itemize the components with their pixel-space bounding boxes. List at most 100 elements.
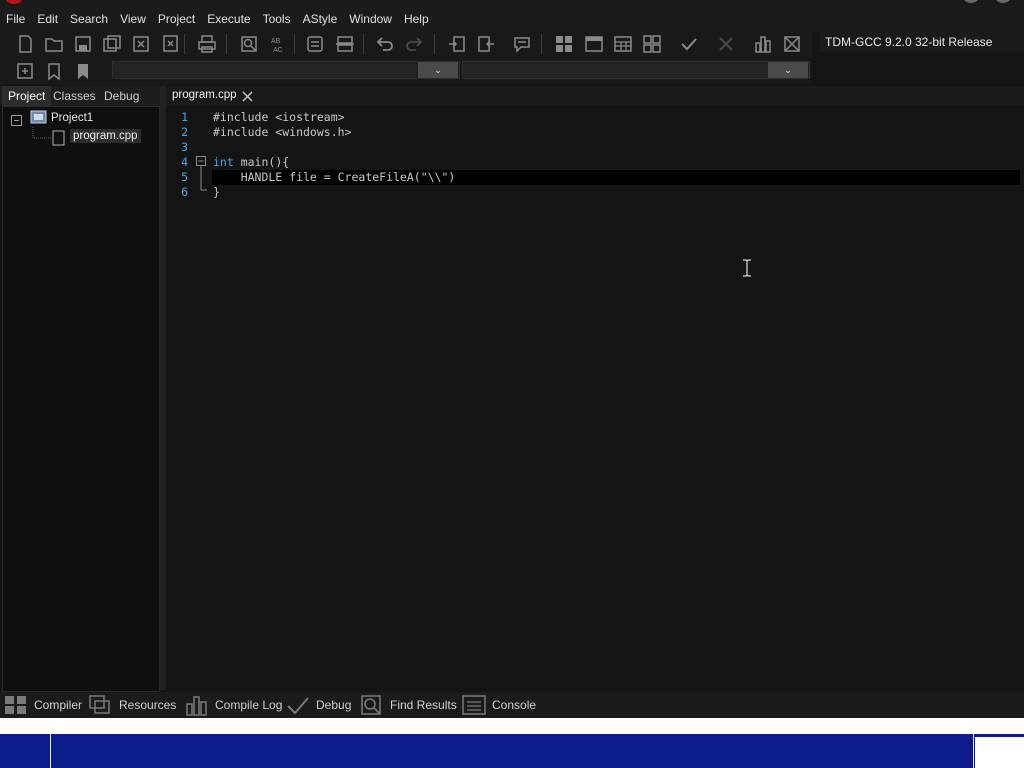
- debug-check-icon: [287, 697, 309, 715]
- unindent-icon[interactable]: [474, 32, 498, 56]
- resources-icon: [89, 695, 110, 714]
- compiler-select-value[interactable]: TDM-GCC 9.2.0 32-bit Release: [825, 35, 992, 49]
- project-tree: Project1 program.cpp: [2, 106, 160, 692]
- menu-astyle[interactable]: AStyle: [297, 6, 344, 32]
- status-area: [0, 718, 1024, 734]
- taskbar-divider: [973, 734, 974, 768]
- line-number: 6: [181, 185, 188, 199]
- tab-console-label: Console: [492, 698, 537, 712]
- text-cursor-icon: [743, 259, 751, 277]
- collapse-icon[interactable]: [11, 115, 23, 127]
- menu-edit[interactable]: Edit: [31, 6, 64, 32]
- goto-bookmark-icon[interactable]: [71, 59, 95, 83]
- compile-icon[interactable]: [552, 32, 576, 56]
- compile-log-icon: [186, 696, 207, 716]
- open-folder-icon[interactable]: [42, 32, 66, 56]
- class-combo-dropdown-icon[interactable]: ⌄: [418, 62, 458, 78]
- code-line[interactable]: #include <windows.h>: [213, 125, 351, 139]
- main-toolbar: AB AC: [0, 32, 812, 57]
- tab-find-results[interactable]: Find Results: [360, 692, 457, 718]
- file-icon: [52, 130, 65, 146]
- close-all-icon[interactable]: [158, 32, 182, 56]
- find-results-icon: [361, 695, 381, 715]
- editor-tab-label[interactable]: program.cpp: [172, 89, 237, 101]
- stop-execution-icon[interactable]: [714, 32, 738, 56]
- code-line[interactable]: int main(){: [213, 155, 289, 169]
- tab-compile-log[interactable]: Compile Log: [185, 692, 282, 718]
- menu-window[interactable]: Window: [343, 6, 398, 32]
- delete-profile-icon[interactable]: [780, 32, 804, 56]
- menu-view[interactable]: View: [114, 6, 152, 32]
- method-combo[interactable]: [462, 61, 810, 79]
- run-icon[interactable]: [582, 32, 606, 56]
- taskbar: [0, 734, 1024, 768]
- tab-find-results-label: Find Results: [390, 698, 457, 712]
- rebuild-all-icon[interactable]: [640, 32, 664, 56]
- save-all-icon[interactable]: [100, 32, 124, 56]
- svg-text:AB: AB: [271, 38, 281, 45]
- code-line[interactable]: }: [213, 185, 220, 199]
- line-number: 2: [181, 125, 188, 139]
- fold-marker-icon[interactable]: [196, 156, 208, 196]
- line-number: 4: [181, 155, 188, 169]
- redo-icon[interactable]: [402, 32, 426, 56]
- compiler-icon: [5, 696, 26, 714]
- secondary-toolbar: ⌄ ⌄: [0, 57, 812, 85]
- menu-project[interactable]: Project: [152, 6, 201, 32]
- toggle-comment-icon[interactable]: [510, 32, 534, 56]
- editor-tab-bar: [166, 86, 1024, 106]
- tree-file-node[interactable]: program.cpp: [70, 129, 141, 143]
- close-tab-icon[interactable]: [242, 91, 253, 102]
- left-panel-tabs: Project Classes Debug: [0, 86, 162, 106]
- line-number: 3: [181, 140, 188, 154]
- tab-resources-label: Resources: [119, 698, 177, 712]
- tab-debug-output[interactable]: Debug: [286, 692, 351, 718]
- tab-compile-log-label: Compile Log: [215, 698, 283, 712]
- svg-text:AC: AC: [273, 47, 283, 54]
- tab-compiler[interactable]: Compiler: [4, 692, 82, 718]
- project-folder-icon: [30, 110, 47, 124]
- tab-debug-output-label: Debug: [316, 698, 352, 712]
- taskbar-divider: [50, 734, 51, 768]
- code-line[interactable]: #include <iostream>: [213, 110, 345, 124]
- menu-file[interactable]: File: [0, 6, 31, 32]
- menu-search[interactable]: Search: [64, 6, 114, 32]
- bookmark-icon[interactable]: [42, 59, 66, 83]
- tab-debug[interactable]: Debug: [98, 86, 145, 106]
- compile-run-icon[interactable]: [611, 32, 635, 56]
- save-icon[interactable]: [71, 32, 95, 56]
- tree-project-node[interactable]: Project1: [51, 112, 93, 124]
- bottom-panel-tabs: Compiler Resources Compile Log Debug Fin…: [0, 692, 1024, 718]
- class-combo[interactable]: [112, 61, 460, 79]
- tab-console[interactable]: Console: [462, 692, 536, 718]
- code-line-current[interactable]: HANDLE file = CreateFileA("\\"): [213, 170, 456, 184]
- goto-line-icon[interactable]: [303, 32, 327, 56]
- keyword-int: int: [213, 155, 234, 169]
- insert-code-icon[interactable]: [13, 59, 37, 83]
- method-combo-dropdown-icon[interactable]: ⌄: [768, 62, 808, 78]
- indent-icon[interactable]: [445, 32, 469, 56]
- undo-icon[interactable]: [373, 32, 397, 56]
- menu-execute[interactable]: Execute: [201, 6, 256, 32]
- code-editor[interactable]: [166, 106, 1020, 690]
- menu-help[interactable]: Help: [398, 6, 435, 32]
- console-icon: [462, 695, 486, 715]
- replace-icon[interactable]: AB AC: [266, 32, 290, 56]
- menu-bar: File Edit Search View Project Execute To…: [0, 6, 1024, 32]
- tab-resources[interactable]: Resources: [89, 692, 176, 718]
- print-icon[interactable]: [195, 32, 219, 56]
- new-file-icon[interactable]: [13, 32, 37, 56]
- line-number: 1: [181, 110, 188, 124]
- tab-classes[interactable]: Classes: [47, 86, 102, 106]
- syntax-check-icon[interactable]: [677, 32, 701, 56]
- close-file-icon[interactable]: [129, 32, 153, 56]
- line-number: 5: [181, 170, 188, 184]
- menu-tools[interactable]: Tools: [257, 6, 297, 32]
- taskbar-tray[interactable]: [975, 737, 1024, 768]
- profile-icon[interactable]: [751, 32, 775, 56]
- toggle-bookmark-icon[interactable]: [333, 32, 357, 56]
- tab-compiler-label: Compiler: [34, 698, 83, 712]
- find-icon[interactable]: [237, 32, 261, 56]
- editor-tab-program[interactable]: program.cpp: [166, 86, 262, 106]
- tab-project[interactable]: Project: [2, 86, 52, 106]
